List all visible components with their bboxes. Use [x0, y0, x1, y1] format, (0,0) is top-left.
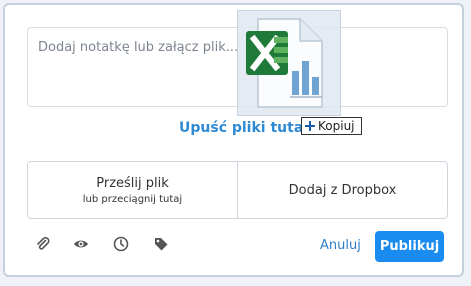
- drop-files-label: Upuść pliki tutaj: [179, 120, 309, 136]
- excel-file-icon: [246, 18, 323, 108]
- drag-preview: [237, 10, 341, 116]
- attach-actions: Prześlij plik lub przeciągnij tutaj Doda…: [27, 161, 448, 219]
- tag-icon[interactable]: [153, 236, 169, 252]
- copy-label: Kopiuj: [318, 119, 355, 133]
- publish-button[interactable]: Publikuj: [375, 231, 444, 262]
- upload-file-hint: lub przeciągnij tutaj: [82, 193, 183, 205]
- cancel-button[interactable]: Anuluj: [320, 238, 361, 253]
- clock-icon[interactable]: [113, 236, 129, 252]
- eye-icon[interactable]: [73, 236, 89, 252]
- copy-cursor-tag: Kopiuj: [301, 117, 362, 135]
- add-from-dropbox-button[interactable]: Dodaj z Dropbox: [237, 162, 447, 218]
- upload-file-button[interactable]: Prześlij plik lub przeciągnij tutaj: [28, 162, 237, 218]
- upload-file-label: Prześlij plik: [96, 175, 169, 191]
- plus-icon: [305, 121, 315, 131]
- paperclip-icon[interactable]: [35, 236, 51, 252]
- dropbox-label: Dodaj z Dropbox: [288, 182, 397, 198]
- note-placeholder: Dodaj notatkę lub załącz plik...: [38, 40, 239, 55]
